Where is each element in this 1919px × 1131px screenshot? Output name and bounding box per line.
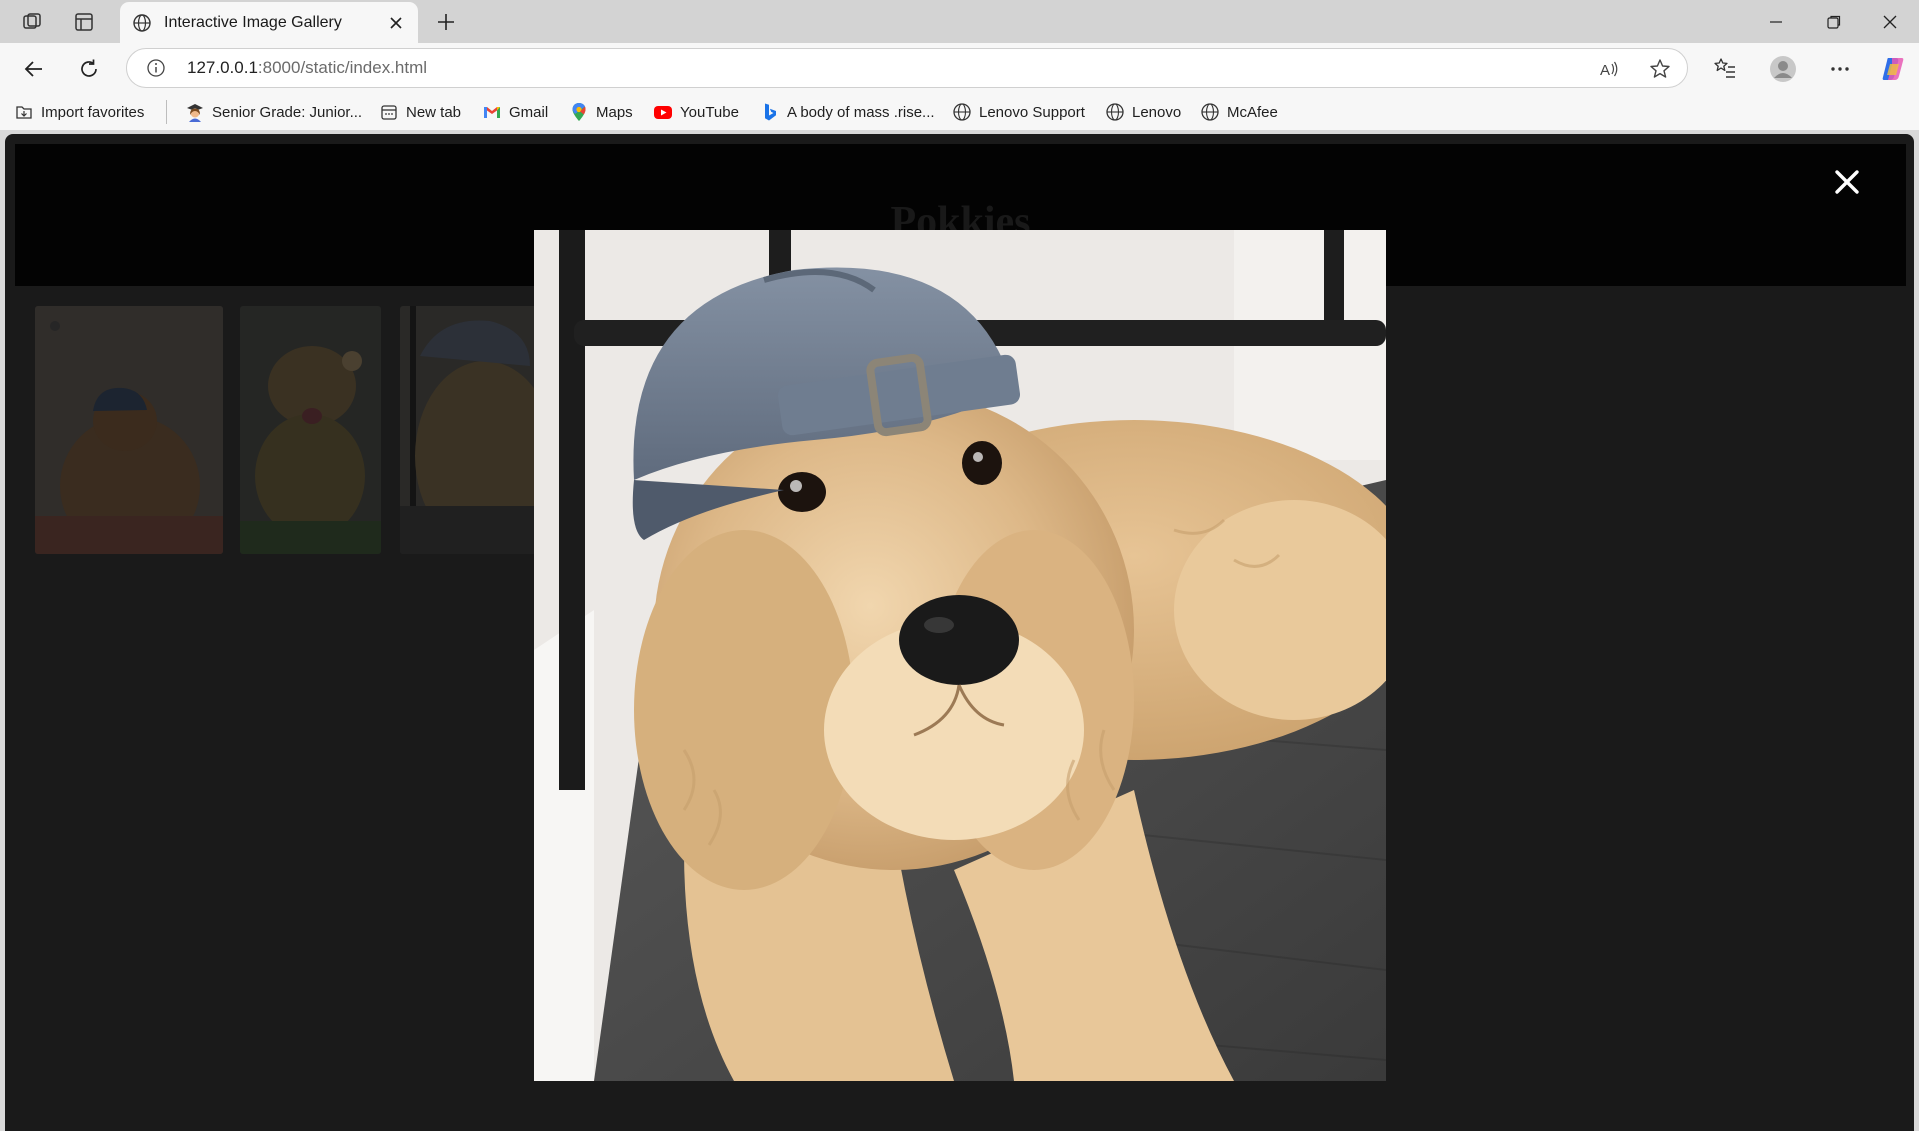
bookmark-lenovo-support[interactable]: Lenovo Support bbox=[952, 100, 1085, 124]
more-options-icon[interactable] bbox=[1822, 51, 1858, 87]
url-host: 127.0.0.1 bbox=[187, 58, 258, 77]
copilot-icon[interactable] bbox=[1875, 51, 1911, 87]
bookmark-bing-query[interactable]: A body of mass .rise... bbox=[760, 100, 935, 124]
gmail-icon bbox=[482, 102, 502, 122]
import-favorites-icon bbox=[14, 102, 34, 122]
globe-icon bbox=[952, 102, 972, 122]
site-info-icon[interactable] bbox=[145, 57, 167, 79]
lightbox-close-button[interactable] bbox=[1827, 162, 1867, 202]
bookmark-label: Lenovo bbox=[1132, 103, 1182, 121]
new-tab-button[interactable] bbox=[430, 6, 462, 38]
globe-icon bbox=[1200, 102, 1220, 122]
youtube-icon bbox=[653, 102, 673, 122]
tab-active[interactable]: Interactive Image Gallery bbox=[120, 2, 418, 43]
window-close-icon[interactable] bbox=[1861, 0, 1919, 43]
address-bar[interactable]: 127.0.0.1:8000/static/index.html A bbox=[126, 48, 1688, 88]
bookmark-label: Lenovo Support bbox=[979, 103, 1085, 121]
bing-icon bbox=[760, 102, 780, 122]
tab-title: Interactive Image Gallery bbox=[164, 13, 342, 31]
bookmark-new-tab[interactable]: New tab bbox=[379, 100, 461, 124]
tab-strip: Interactive Image Gallery bbox=[0, 0, 1919, 43]
minimize-icon[interactable] bbox=[1747, 0, 1805, 43]
close-icon bbox=[1835, 170, 1859, 194]
golden-retriever-wearing-backwards-cap bbox=[534, 230, 1386, 1081]
bookmark-maps[interactable]: Maps bbox=[569, 100, 633, 124]
url-path: :8000/static/index.html bbox=[257, 58, 428, 77]
bookmark-label: YouTube bbox=[680, 103, 739, 121]
url-text[interactable]: 127.0.0.1:8000/static/index.html bbox=[187, 58, 427, 78]
lightbox-image bbox=[534, 230, 1386, 1081]
bookmark-senior-grade[interactable]: Senior Grade: Junior... bbox=[185, 100, 362, 124]
bookmark-label: McAfee bbox=[1227, 103, 1278, 121]
bookmark-import-favorites[interactable]: Import favorites bbox=[14, 100, 144, 124]
back-arrow-icon[interactable] bbox=[16, 51, 52, 87]
bookmark-label: Gmail bbox=[509, 103, 549, 121]
bookmark-label: Import favorites bbox=[41, 103, 145, 121]
restore-icon[interactable] bbox=[1805, 0, 1863, 43]
refresh-icon[interactable] bbox=[71, 51, 107, 87]
globe-icon bbox=[130, 11, 154, 35]
read-aloud-icon[interactable]: A bbox=[1595, 55, 1623, 83]
bookmark-mcafee[interactable]: McAfee bbox=[1200, 100, 1278, 124]
bookmark-label: Senior Grade: Junior... bbox=[212, 103, 363, 121]
browser-toolbar: 127.0.0.1:8000/static/index.html A bbox=[0, 43, 1919, 94]
student-emoji-icon bbox=[185, 102, 205, 122]
globe-icon bbox=[1105, 102, 1125, 122]
tab-close-icon[interactable] bbox=[384, 11, 408, 35]
bookmark-lenovo[interactable]: Lenovo bbox=[1105, 100, 1181, 124]
bookmark-label: New tab bbox=[406, 103, 462, 121]
workspaces-icon[interactable] bbox=[16, 6, 48, 38]
bookmark-youtube[interactable]: YouTube bbox=[653, 100, 739, 124]
profile-avatar-icon[interactable] bbox=[1765, 51, 1801, 87]
bookmark-label: Maps bbox=[596, 103, 633, 121]
vertical-tabs-icon[interactable] bbox=[68, 6, 100, 38]
bookmark-label: A body of mass .rise... bbox=[787, 103, 935, 121]
svg-text:A: A bbox=[1600, 62, 1610, 79]
favorite-star-icon[interactable] bbox=[1646, 55, 1674, 83]
bookmarks-bar: Import favorites Senior Grade: Junior...… bbox=[0, 94, 1919, 130]
bookmarks-separator bbox=[166, 100, 167, 124]
bookmark-gmail[interactable]: Gmail bbox=[482, 100, 548, 124]
maps-pin-icon bbox=[569, 102, 589, 122]
new-tab-icon bbox=[379, 102, 399, 122]
page-viewport: Pokkies bbox=[5, 134, 1914, 1131]
favorites-list-icon[interactable] bbox=[1707, 51, 1743, 87]
